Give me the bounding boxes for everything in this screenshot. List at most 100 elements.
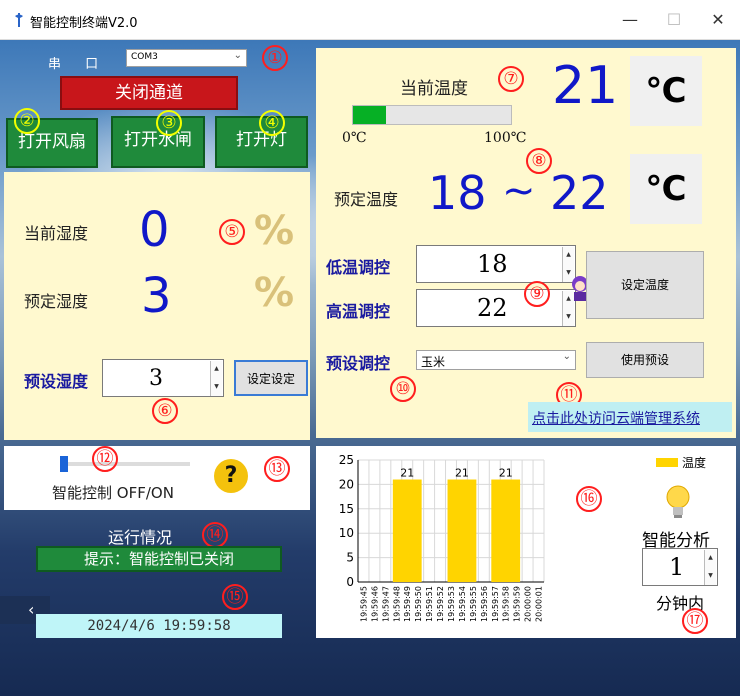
title-bar: 智能控制终端V2.0 — ☐ ✕ xyxy=(0,0,740,40)
preset-temperature-unit: ℃ xyxy=(630,154,702,224)
marker-17: ⑰ xyxy=(682,608,708,634)
preset-mode-select[interactable]: 玉米 ⌄ xyxy=(416,350,576,370)
preset-humidity-value: 3 xyxy=(141,268,172,324)
smart-control-slider-track[interactable] xyxy=(60,456,190,472)
open-fan-label: 打开风扇 xyxy=(18,132,86,152)
maximize-button[interactable]: ☐ xyxy=(652,6,696,34)
marker-6: ⑥ xyxy=(152,398,178,424)
bar xyxy=(491,479,521,582)
x-tick-label: 19:59:57 xyxy=(491,586,500,622)
bar xyxy=(447,479,477,582)
preset-mode-label: 预设调控 xyxy=(326,354,391,373)
x-tick-label: 19:59:47 xyxy=(381,586,390,622)
smart-control-label: 智能控制 OFF/ON xyxy=(52,484,174,502)
set-humidity-value: 3 xyxy=(149,366,163,391)
marker-13: ⑬ xyxy=(264,456,290,482)
preset-low-value: 18 xyxy=(428,166,487,220)
x-tick-label: 19:59:50 xyxy=(414,586,423,622)
serial-port-select[interactable]: COM3 ⌄ xyxy=(126,49,247,67)
stepper-down-icon[interactable]: ▼ xyxy=(562,308,574,326)
y-tick-label: 15 xyxy=(339,502,354,516)
current-temperature-unit: ℃ xyxy=(630,56,702,126)
current-humidity-value: 0 xyxy=(139,202,170,258)
cloud-link[interactable]: 点击此处访问云端管理系统 xyxy=(532,408,700,428)
progress-min-label: 0℃ xyxy=(342,130,367,146)
serial-port-value: COM3 xyxy=(131,52,158,62)
y-tick-label: 10 xyxy=(339,526,354,540)
temperature-bar-chart: 0 5 10 15 20 25 21 21 21 19:59:45 19:59:46 19:59:47… xyxy=(339,453,545,622)
marker-1: ① xyxy=(262,45,288,71)
cloud-link-box[interactable]: 点击此处访问云端管理系统 xyxy=(528,402,732,432)
current-temperature-value: 21 xyxy=(552,56,619,116)
stepper-down-icon[interactable]: ▼ xyxy=(704,567,716,585)
bar-data-label: 21 xyxy=(400,467,414,480)
stepper-down-icon[interactable]: ▼ xyxy=(210,378,222,396)
x-tick-label: 19:59:46 xyxy=(370,586,379,622)
smart-control-slider-thumb[interactable] xyxy=(60,456,68,472)
close-window-button[interactable]: ✕ xyxy=(696,6,740,34)
preset-temperature-label: 预定温度 xyxy=(334,190,399,209)
help-icon[interactable]: ? xyxy=(214,459,248,493)
x-tick-label: 19:59:49 xyxy=(403,586,412,622)
marker-15: ⑮ xyxy=(222,584,248,610)
minutes-value: 1 xyxy=(669,553,685,581)
x-tick-label: 19:59:59 xyxy=(513,586,522,622)
preset-tilde: ~ xyxy=(502,168,536,214)
high-temp-label: 高温调控 xyxy=(326,302,391,321)
y-tick-label: 25 xyxy=(339,453,354,467)
x-tick-label: 19:59:53 xyxy=(447,586,456,622)
marker-7: ⑦ xyxy=(498,66,524,92)
marker-10: ⑩ xyxy=(390,376,416,402)
x-tick-label: 19:59:58 xyxy=(502,586,511,622)
close-channel-button[interactable]: 关闭通道 xyxy=(60,76,238,110)
chevron-down-icon: ⌄ xyxy=(233,50,242,61)
x-tick-label: 19:59:56 xyxy=(480,586,489,622)
datetime-display: 2024/4/6 19:59:58 xyxy=(36,614,282,638)
preset-high-value: 22 xyxy=(550,166,609,220)
x-tick-label: 20:00:01 xyxy=(535,586,544,622)
x-tick-label: 19:59:52 xyxy=(436,586,445,622)
humidity-panel: 当前湿度 0 ⑤ % 预定湿度 3 % 预设湿度 3 ▲ ▼ ⑥ 设定设定 xyxy=(4,172,310,440)
x-tick-label: 20:00:00 xyxy=(524,586,533,622)
low-temp-label: 低温调控 xyxy=(326,258,391,277)
stepper-up-icon[interactable]: ▲ xyxy=(210,361,222,378)
bar xyxy=(392,479,422,582)
chart-panel: 0 5 10 15 20 25 21 21 21 19:59:45 19:59:46 19:59:47… xyxy=(316,446,736,638)
bar-data-label: 21 xyxy=(499,467,513,480)
serial-port-label: 串 口 xyxy=(48,57,109,72)
marker-2: ② xyxy=(14,108,40,134)
marker-12: ⑫ xyxy=(92,446,118,472)
high-temp-value: 22 xyxy=(477,294,508,322)
status-title: 运行情况 xyxy=(108,528,173,547)
x-tick-label: 19:59:48 xyxy=(392,586,401,622)
marker-3: ③ xyxy=(156,110,182,136)
set-temperature-button[interactable]: 设定温度 xyxy=(586,251,704,319)
stepper-up-icon[interactable]: ▲ xyxy=(704,550,716,567)
set-humidity-button[interactable]: 设定设定 xyxy=(234,360,308,396)
marker-16: ⑯ xyxy=(576,486,602,512)
current-humidity-unit: % xyxy=(254,208,295,254)
current-humidity-label: 当前湿度 xyxy=(24,224,89,243)
y-tick-label: 20 xyxy=(339,477,354,491)
minutes-input[interactable]: 1 ▲ ▼ xyxy=(642,548,718,586)
set-humidity-input[interactable]: 3 ▲ ▼ xyxy=(102,359,224,397)
y-tick-label: 5 xyxy=(346,551,354,565)
open-water-gate-label: 打开水闸 xyxy=(124,130,192,150)
use-preset-button[interactable]: 使用预设 xyxy=(586,342,704,378)
status-message: 提示：智能控制已关闭 xyxy=(36,546,282,572)
stepper-up-icon[interactable]: ▲ xyxy=(562,247,574,264)
marker-4: ④ xyxy=(259,110,285,136)
temperature-progress-fill xyxy=(353,106,387,124)
x-tick-label: 19:59:45 xyxy=(359,586,368,622)
high-temp-input[interactable]: 22 ▲ ▼ xyxy=(416,289,576,327)
bar-data-label: 21 xyxy=(455,467,469,480)
legend-label: 温度 xyxy=(682,456,707,470)
low-temp-input[interactable]: 18 ▲ ▼ xyxy=(416,245,576,283)
y-tick-label: 0 xyxy=(346,575,354,589)
temperature-progress-bar xyxy=(352,105,512,125)
preset-humidity-unit: % xyxy=(254,270,295,316)
temperature-panel: 当前温度 ⑦ 21 ℃ 0℃ 100℃ ⑧ 预定温度 18 ~ 22 ℃ 低温调… xyxy=(316,48,736,438)
x-tick-label: 19:59:51 xyxy=(425,586,434,622)
x-tick-label: 19:59:54 xyxy=(458,586,467,622)
minimize-button[interactable]: — xyxy=(608,6,652,34)
